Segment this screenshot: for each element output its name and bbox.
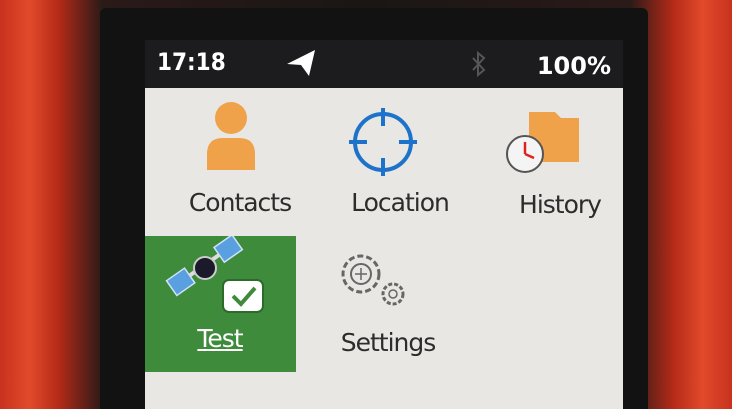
navigation-arrow-icon [285, 48, 317, 80]
bluetooth-icon [470, 50, 488, 82]
status-bar: 17:18 100% [145, 40, 623, 88]
gears-icon [313, 240, 463, 320]
satellite-check-icon [145, 233, 295, 316]
menu-item-location[interactable]: Location [325, 100, 475, 230]
menu-item-label: Location [351, 188, 450, 217]
menu-item-test[interactable]: Test [145, 233, 296, 372]
device-screen: 17:18 100% Contacts Location History Tes… [145, 40, 623, 409]
person-icon [165, 100, 315, 180]
menu-item-history[interactable]: History [485, 102, 623, 232]
folder-clock-icon [485, 102, 623, 182]
menu-item-settings[interactable]: Settings [313, 240, 463, 370]
status-time: 17:18 [157, 48, 226, 76]
crosshair-icon [325, 100, 475, 180]
menu-item-label: Test [197, 324, 243, 353]
menu-item-label: Contacts [188, 188, 292, 217]
menu-item-label: History [519, 190, 602, 219]
menu-item-contacts[interactable]: Contacts [165, 100, 315, 230]
battery-level: 100% [536, 52, 611, 80]
menu-item-label: Settings [340, 328, 437, 357]
